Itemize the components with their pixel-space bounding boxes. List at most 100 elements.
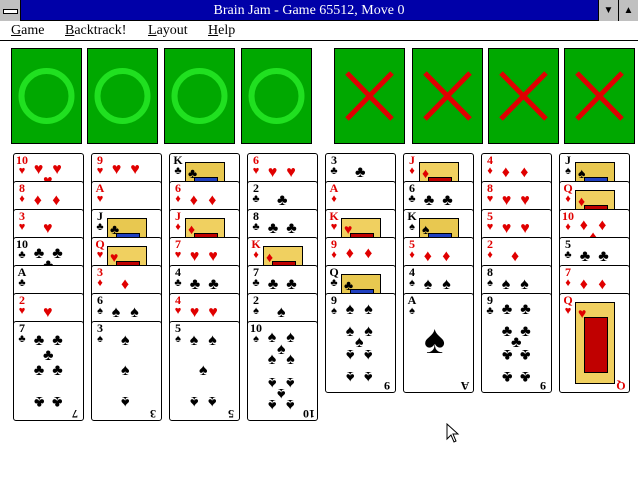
- card-index: 7 ♥: [172, 238, 184, 261]
- hearts-icon: ♥: [208, 303, 218, 321]
- cross-icon: [575, 71, 624, 121]
- diamonds-icon: ♦: [189, 191, 198, 209]
- spades-icon: ♠: [208, 331, 217, 349]
- hearts-icon: ♥: [208, 247, 218, 265]
- card-index: Q ♥: [562, 294, 574, 317]
- card-index: 4 ♥: [172, 294, 184, 317]
- clubs-icon: ♣: [598, 247, 609, 265]
- cross-icon: [423, 71, 472, 121]
- spades-icon: ♠: [331, 305, 337, 317]
- playing-card[interactable]: 9 ♠ ♠ ♠ ♠ ♠ ♠ ♠ ♠ ♠ ♠ 9: [325, 293, 396, 393]
- diamonds-icon: ♦: [442, 247, 451, 265]
- playing-card[interactable]: 9 ♣ ♣ ♣ ♣ ♣ ♣ ♣ ♣ ♣ ♣ 9: [481, 293, 552, 393]
- foundation-slot[interactable]: [334, 48, 405, 144]
- card-index: 9 ♣: [484, 294, 496, 317]
- spades-icon: ♠: [565, 165, 571, 177]
- system-menu-button[interactable]: [0, 0, 21, 21]
- foundation-slot[interactable]: [412, 48, 483, 144]
- diamonds-icon: ♦: [565, 277, 571, 289]
- clubs-icon: ♣: [330, 277, 338, 289]
- clubs-icon: ♣: [208, 275, 219, 293]
- card-index: 7 ♣: [250, 266, 262, 289]
- free-cell-slot[interactable]: [164, 48, 235, 144]
- clubs-icon: ♣: [501, 301, 513, 319]
- card-index: 10 ♠: [250, 322, 262, 345]
- diamonds-icon: ♦: [121, 275, 130, 293]
- spades-icon: ♠: [189, 331, 199, 349]
- clubs-icon: ♣: [520, 346, 531, 364]
- free-cell-slot[interactable]: [241, 48, 312, 144]
- spades-icon: ♠: [267, 374, 277, 392]
- card-index: 2 ♥: [16, 294, 28, 317]
- system-menu-icon: [3, 9, 18, 14]
- free-cell-slot[interactable]: [11, 48, 82, 144]
- free-cell-slot[interactable]: [87, 48, 158, 144]
- spades-icon: ♠: [130, 303, 139, 321]
- card-index-bottom: 3: [150, 407, 156, 421]
- card-index: 5 ♠: [172, 322, 184, 345]
- diamonds-icon: ♦: [208, 191, 217, 209]
- card-index: 6 ♦: [172, 182, 184, 205]
- foundation-slot[interactable]: [488, 48, 559, 144]
- spades-icon: ♠: [267, 350, 277, 368]
- clubs-icon: ♣: [33, 393, 45, 411]
- spades-icon: ♠: [345, 346, 355, 364]
- hearts-icon: ♥: [130, 161, 140, 179]
- hearts-icon: ♥: [52, 161, 62, 179]
- minimize-button[interactable]: ▼: [598, 0, 618, 21]
- menu-layout-label: ayout: [156, 23, 188, 38]
- playing-card[interactable]: A ♠ ♠ A: [403, 293, 474, 393]
- clubs-icon: ♣: [564, 249, 572, 261]
- triangle-up-icon: ▲: [623, 5, 634, 16]
- card-index: Q ♣: [328, 266, 340, 289]
- card-index-bottom: 10: [303, 407, 315, 421]
- card-index: 9 ♠: [328, 294, 340, 317]
- foundation-slot[interactable]: [564, 48, 635, 144]
- menu-game[interactable]: Game: [11, 21, 44, 40]
- clubs-icon: ♣: [52, 393, 63, 411]
- spades-icon: ♠: [277, 303, 286, 321]
- clubs-icon: ♣: [520, 367, 531, 385]
- card-index: 8 ♠: [484, 266, 496, 289]
- hearts-icon: ♥: [174, 305, 182, 317]
- spades-icon: ♠: [442, 275, 451, 293]
- ring-icon: [18, 68, 75, 124]
- hearts-icon: ♥: [286, 163, 296, 181]
- diamonds-icon: ♦: [520, 163, 529, 181]
- card-index: A ♠: [406, 294, 418, 317]
- playing-card[interactable]: Q ♥ ♥ Q: [559, 293, 630, 393]
- spades-icon: ♠: [253, 333, 259, 345]
- playing-card[interactable]: 7 ♣ ♣ ♣ ♣ ♣ ♣ ♣ ♣ 7: [13, 321, 84, 421]
- card-index: Q ♥: [94, 238, 106, 261]
- spades-icon: ♠: [286, 350, 295, 368]
- clubs-icon: ♣: [52, 362, 63, 379]
- clubs-icon: ♣: [252, 193, 260, 205]
- court-card-robe: [584, 317, 608, 373]
- card-index: 2 ♣: [250, 182, 262, 205]
- playing-card[interactable]: 5 ♠ ♠ ♠ ♠ ♠ ♠ 5: [169, 321, 240, 421]
- hearts-icon: ♥: [111, 161, 122, 179]
- card-index: 3 ♦: [94, 266, 106, 289]
- maximize-button[interactable]: ▲: [618, 0, 638, 21]
- card-index: 10 ♥: [16, 154, 28, 177]
- spades-icon: ♠: [364, 322, 373, 340]
- diamonds-icon: ♦: [423, 247, 432, 265]
- card-index: 8 ♦: [16, 182, 28, 205]
- menu-backtrack[interactable]: Backtrack!: [65, 21, 126, 40]
- menu-layout[interactable]: Layout: [148, 21, 188, 40]
- spades-icon: ♠: [520, 275, 529, 293]
- spades-icon: ♠: [121, 393, 130, 411]
- clubs-icon: ♣: [174, 165, 182, 177]
- spades-icon: ♠: [111, 303, 121, 321]
- playing-card[interactable]: 3 ♠ ♠ ♠ ♠ 3: [91, 321, 162, 421]
- playing-card[interactable]: 10 ♠ ♠ ♠ ♠ ♠ ♠ ♠ ♠ ♠ ♠ ♠ 10: [247, 321, 318, 421]
- hearts-icon: ♥: [189, 303, 200, 321]
- card-index: 6 ♥: [250, 154, 262, 177]
- diamonds-icon: ♦: [52, 191, 61, 209]
- title-bar: Brain Jam - Game 65512, Move 0 ▼ ▲: [0, 0, 638, 21]
- diamonds-icon: ♦: [345, 245, 354, 263]
- card-index: 5 ♣: [562, 238, 574, 261]
- menu-help[interactable]: Help: [208, 21, 235, 40]
- spades-icon: ♠: [364, 367, 373, 385]
- diamonds-icon: ♦: [253, 249, 259, 261]
